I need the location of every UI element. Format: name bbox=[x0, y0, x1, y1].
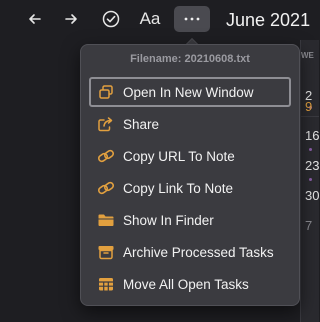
link-icon bbox=[95, 146, 117, 166]
forward-button[interactable] bbox=[60, 5, 82, 33]
link-icon bbox=[95, 178, 117, 198]
archive-box-icon bbox=[95, 242, 117, 262]
event-dot bbox=[309, 148, 312, 151]
menu-item-label: Open In New Window bbox=[123, 84, 254, 100]
calendar-panel: WE 2 9 16 23 30 7 bbox=[300, 40, 319, 322]
menu-item-label: Share bbox=[123, 116, 160, 132]
toolbar: Aa June 2021 bbox=[0, 0, 318, 40]
calendar-day[interactable]: 16 bbox=[305, 128, 319, 143]
week-divider bbox=[301, 116, 319, 117]
share-icon bbox=[95, 114, 117, 134]
folder-icon bbox=[95, 210, 117, 230]
menu-item-label: Copy URL To Note bbox=[123, 148, 235, 164]
calendar-day-today[interactable]: 9 bbox=[305, 99, 312, 114]
menu-item-open-in-new-window[interactable]: Open In New Window bbox=[89, 77, 291, 107]
ellipsis-icon bbox=[184, 17, 200, 21]
back-button[interactable] bbox=[24, 5, 46, 33]
menu-item-archive-processed-tasks[interactable]: Archive Processed Tasks bbox=[89, 237, 291, 267]
menu-filename-header: Filename: 20210608.txt bbox=[130, 53, 250, 65]
circle-check-icon bbox=[102, 10, 120, 28]
menu-item-label: Show In Finder bbox=[123, 212, 214, 228]
calendar-day[interactable]: 30 bbox=[305, 188, 319, 203]
arrow-left-icon bbox=[28, 12, 42, 26]
menu-item-copy-link[interactable]: Copy Link To Note bbox=[89, 173, 291, 203]
calendar-grid-icon bbox=[95, 274, 117, 294]
more-options-button[interactable] bbox=[174, 6, 210, 32]
more-options-menu: Filename: 20210608.txt Open In New Windo… bbox=[80, 44, 300, 306]
font-button[interactable]: Aa bbox=[137, 5, 163, 33]
arrow-right-icon bbox=[64, 12, 78, 26]
calendar-day-next-month[interactable]: 7 bbox=[305, 218, 312, 233]
menu-item-move-all-open-tasks[interactable]: Move All Open Tasks bbox=[89, 269, 291, 299]
window-stack-icon bbox=[95, 82, 117, 102]
menu-item-share[interactable]: Share bbox=[89, 109, 291, 139]
menu-item-label: Copy Link To Note bbox=[123, 180, 234, 196]
event-dot bbox=[309, 178, 312, 181]
complete-task-button[interactable] bbox=[99, 5, 123, 33]
menu-item-show-in-finder[interactable]: Show In Finder bbox=[89, 205, 291, 235]
menu-item-label: Archive Processed Tasks bbox=[123, 244, 274, 260]
menu-item-copy-url[interactable]: Copy URL To Note bbox=[89, 141, 291, 171]
calendar-month-title: June 2021 bbox=[226, 10, 311, 30]
weekday-header: WE bbox=[301, 51, 314, 60]
menu-item-label: Move All Open Tasks bbox=[123, 276, 249, 292]
calendar-day[interactable]: 23 bbox=[305, 158, 319, 173]
